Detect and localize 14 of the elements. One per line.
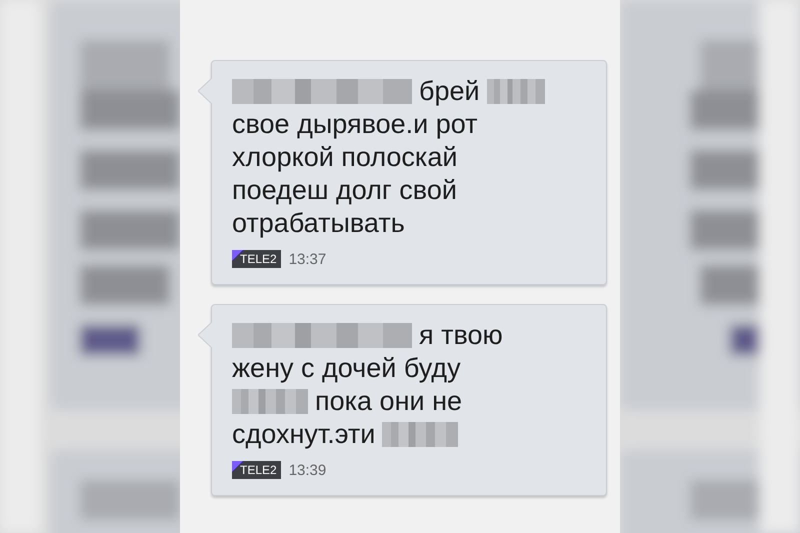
message-text: поедеш долг свой [232, 174, 457, 207]
message-text: хлоркой полоскай [232, 141, 458, 174]
message-text: сдохнут.эти [232, 418, 376, 451]
carrier-badge: TELE2 [232, 250, 281, 268]
message-time: 13:37 [288, 250, 326, 268]
message-text: брей [419, 75, 480, 108]
message-text: свое дырявое.и рот [232, 108, 478, 141]
message-time: 13:39 [288, 462, 326, 478]
carrier-badge: TELE2 [232, 461, 281, 479]
message-text: жену с дочей буду [232, 352, 461, 385]
message-text: я твою [419, 319, 503, 352]
message-text: пока они не [315, 385, 462, 418]
message-text: отрабатывать [232, 207, 405, 240]
pixelated-redaction [486, 79, 545, 104]
